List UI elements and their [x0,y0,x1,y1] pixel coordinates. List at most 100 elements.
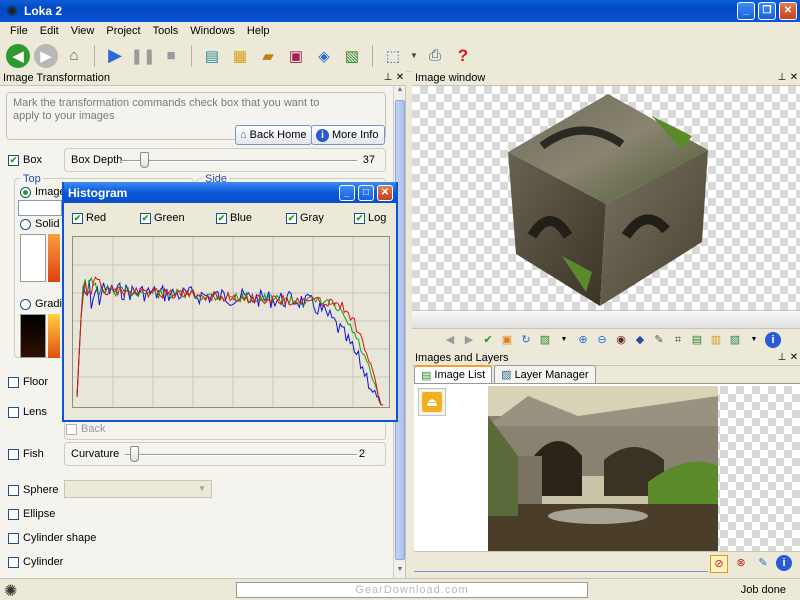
close-button[interactable]: ✕ [779,2,797,20]
solid-color-radio[interactable] [20,218,31,230]
scroll-down-icon[interactable]: ▼ [395,566,405,578]
info-icon[interactable]: i [765,331,781,348]
dropdown-arrow-icon[interactable]: ▼ [409,44,419,68]
fish-checkbox-row[interactable]: Fish [8,448,44,460]
red-channel-check[interactable]: ✔ Red [72,212,106,224]
brush-icon[interactable]: ✎ [651,332,667,348]
help-icon[interactable]: ? [451,44,475,68]
floor-checkbox[interactable] [8,376,19,388]
blue-checkbox[interactable]: ✔ [216,212,227,224]
sphere-dropdown[interactable]: ▼ [64,480,212,498]
dropdown-arrow-icon[interactable]: ▼ [746,332,762,348]
stop-icon[interactable]: ■ [159,44,183,68]
panel-close-icon[interactable]: ✕ [394,71,406,85]
import-button[interactable]: ⏏ [418,388,446,416]
image-radio[interactable] [20,186,31,198]
menu-tools[interactable]: Tools [147,25,185,37]
curvature-slider[interactable] [129,446,139,462]
eye-icon[interactable]: ◉ [613,332,629,348]
image-path-input[interactable] [18,200,62,216]
log-checkbox[interactable]: ✔ [354,212,365,224]
pause-icon[interactable]: ❚❚ [130,44,155,68]
tab-image-list[interactable]: ▤ Image List [414,365,493,383]
back-home-button[interactable]: ⌂ Back Home [235,125,312,145]
cylinder-checkbox[interactable] [8,556,19,568]
play-icon[interactable]: ▶ [103,44,127,68]
apply-icon[interactable]: ✔ [480,332,496,348]
box-checkbox-row[interactable]: ✔ Box [8,154,42,166]
picture-icon[interactable]: ▤ [689,332,705,348]
dropdown-arrow-icon[interactable]: ▼ [556,332,572,348]
cylinder-shape-checkbox-row[interactable]: Cylinder shape [8,532,96,544]
minimize-button[interactable]: _ [737,2,755,20]
gradient-swatch-1[interactable] [20,314,46,358]
panel-close-icon[interactable]: ✕ [788,351,800,365]
back-arrow-icon[interactable]: ◀ [6,43,30,68]
lens-checkbox[interactable] [8,406,19,418]
histogram-close-button[interactable]: ✕ [377,184,393,201]
red-checkbox[interactable]: ✔ [72,212,83,224]
menu-view[interactable]: View [65,25,101,37]
image-canvas[interactable] [412,86,800,310]
home-icon[interactable]: ⌂ [62,44,86,68]
gray-channel-check[interactable]: ✔ Gray [286,212,324,224]
pin-icon[interactable]: ⊥ [776,71,788,85]
log-channel-check[interactable]: ✔ Log [354,212,386,224]
histogram-maximize-button[interactable]: □ [358,184,374,201]
menu-help[interactable]: Help [241,25,276,37]
add-images-icon[interactable]: ▤ [200,44,224,68]
histogram-title-bar[interactable]: Histogram _ □ ✕ [64,182,396,203]
open-folder-icon[interactable]: ▰ [256,44,280,68]
cylinder-checkbox-row[interactable]: Cylinder [8,556,63,568]
image-radio-row[interactable]: Image [20,186,66,198]
blue-channel-check[interactable]: ✔ Blue [216,212,252,224]
back-checkbox[interactable] [66,423,77,435]
lens-checkbox-row[interactable]: Lens [8,406,47,418]
solid-color-swatch[interactable] [20,234,46,282]
cylinder-shape-checkbox[interactable] [8,532,19,544]
solid-color-swatch-2[interactable] [48,234,60,282]
tab-layer-manager[interactable]: ▧ Layer Manager [494,365,596,383]
sphere-checkbox[interactable] [8,484,19,496]
select-icon[interactable]: ⬚ [381,44,405,68]
prev-image-icon[interactable]: ◀ [442,332,458,348]
floor-checkbox-row[interactable]: Floor [8,376,48,388]
green-channel-check[interactable]: ✔ Green [140,212,185,224]
tag-icon[interactable]: ▣ [499,332,515,348]
zoom-out-icon[interactable]: ⊖ [594,332,610,348]
back-checkbox-row[interactable]: Back [66,423,105,435]
transform-icon[interactable]: ◈ [312,44,336,68]
picture-icon[interactable]: ▧ [340,44,364,68]
levels-icon[interactable]: ▥ [708,332,724,348]
histogram-minimize-button[interactable]: _ [339,184,355,201]
image-list-scrollbar[interactable] [414,556,708,572]
box-depth-slider[interactable] [139,152,149,168]
panel-close-icon[interactable]: ✕ [788,71,800,85]
rotate-icon[interactable]: ↻ [518,332,534,348]
green-checkbox[interactable]: ✔ [140,212,151,224]
ellipse-checkbox[interactable] [8,508,19,520]
gradient-radio[interactable] [20,298,31,310]
save-icon[interactable]: ▣ [284,44,308,68]
more-info-button[interactable]: i More Info [311,125,385,145]
histogram-window[interactable]: Histogram _ □ ✕ ✔ Red ✔ Green ✔ Blue ✔ Gray … [62,182,398,422]
edit-image-icon[interactable]: ✎ [754,555,772,573]
zoom-in-icon[interactable]: ⊕ [575,332,591,348]
remove-image-icon[interactable]: ⊘ [710,555,728,573]
printer-icon[interactable]: ⎙ [423,44,447,68]
landscape-icon[interactable]: ▨ [727,332,743,348]
pin-icon[interactable]: ⊥ [382,71,394,85]
resize-icon[interactable]: ▧ [537,332,553,348]
next-image-icon[interactable]: ▶ [461,332,477,348]
maximize-button[interactable]: ❐ [758,2,776,20]
crop-icon[interactable]: ⌗ [670,332,686,348]
ellipse-checkbox-row[interactable]: Ellipse [8,508,55,520]
box-checkbox[interactable]: ✔ [8,154,19,166]
pin-icon[interactable]: ⊥ [776,351,788,365]
scroll-up-icon[interactable]: ▲ [395,86,405,98]
fill-icon[interactable]: ◆ [632,332,648,348]
sphere-checkbox-row[interactable]: Sphere [8,484,58,496]
menu-windows[interactable]: Windows [184,25,241,37]
gradient-swatch-2[interactable] [48,314,60,358]
menu-file[interactable]: File [0,25,34,37]
